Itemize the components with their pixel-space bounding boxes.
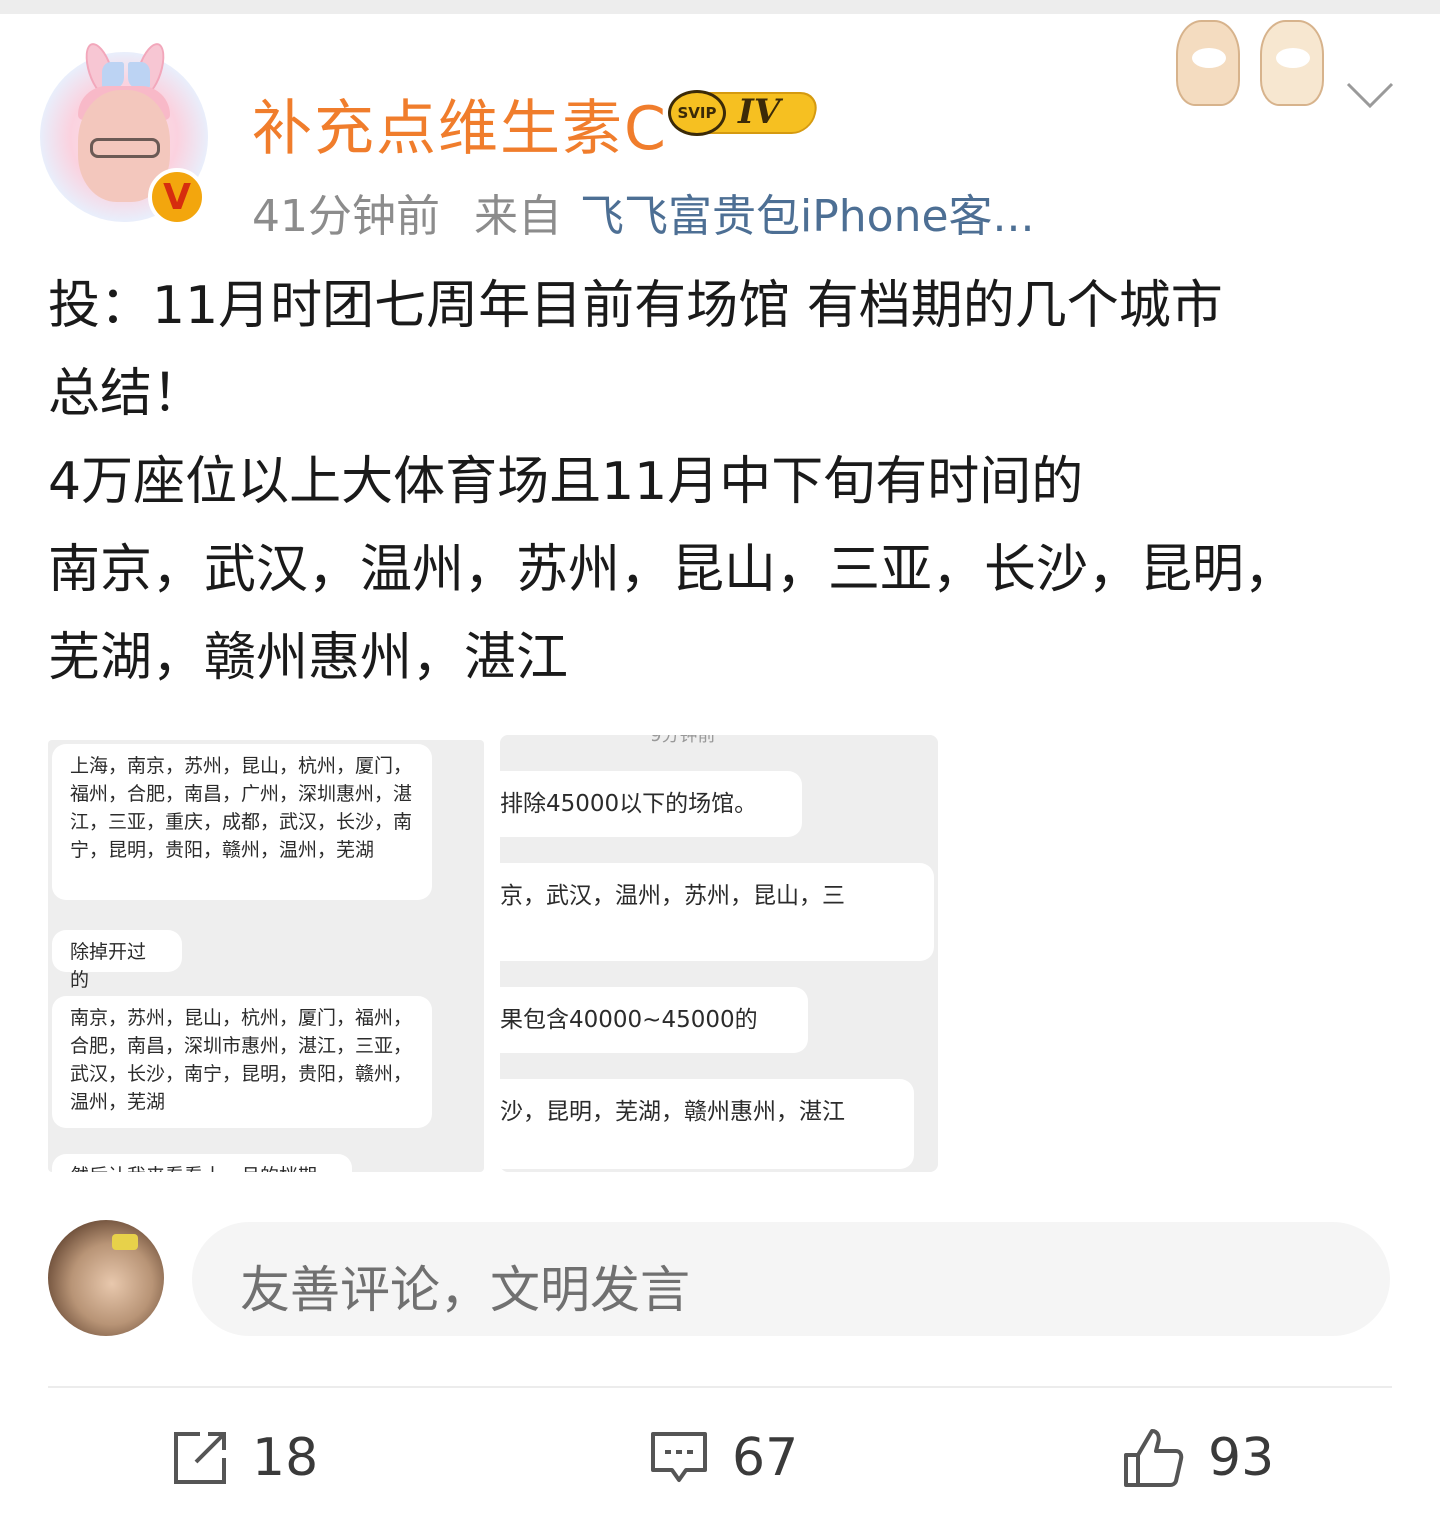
chat-bubble: 除掉开过的: [52, 930, 182, 991]
share-button[interactable]: 18: [170, 1420, 318, 1496]
bear-sticker-icon: [1260, 20, 1324, 106]
source-prefix: 来自: [474, 191, 562, 242]
post-image-right[interactable]: 9分钟前 排除45000以下的场馆。 京，武汉，温州，苏州，昆山，三 果包含40…: [500, 735, 938, 1172]
chat-bubble: 果包含40000~45000的: [500, 987, 808, 1053]
post-line: 投：11月时团七周年目前有场馆 有档期的几个城市: [48, 276, 1223, 336]
like-count: 93: [1208, 1428, 1275, 1488]
chat-bubble: 沙，昆明，芜湖，赣州惠州，湛江: [500, 1079, 914, 1169]
chat-bubble: 然后让我来看看十一月的档期: [52, 1154, 352, 1172]
chat-bubble: 南京，苏州，昆山，杭州，厦门，福州，合肥，南昌，深圳市惠州，湛江，三亚，武汉，长…: [52, 996, 432, 1128]
comment-placeholder: 友善评论，文明发言: [240, 1261, 690, 1319]
post-line: 芜湖，赣州惠州，湛江: [48, 628, 569, 688]
share-count: 18: [252, 1428, 319, 1488]
author-name[interactable]: 补充点维生素C: [252, 80, 668, 167]
svip-logo: SVIP: [668, 90, 726, 136]
chat-timestamp: 9分钟前: [650, 735, 716, 746]
sticker-decoration: [1168, 10, 1338, 110]
thumbs-up-icon: [1120, 1427, 1186, 1489]
post-line: 南京，武汉，温州，苏州，昆山，三亚，长沙，昆明，: [48, 540, 1297, 600]
post-time: 41分钟前: [252, 191, 440, 242]
current-user-avatar[interactable]: [48, 1220, 164, 1336]
comment-input[interactable]: 友善评论，文明发言: [192, 1222, 1390, 1336]
post-image-left[interactable]: 上海，南京，苏州，昆山，杭州，厦门，福州，合肥，南昌，广州，深圳惠州，湛江，三亚…: [48, 740, 484, 1172]
chat-bubble: 上海，南京，苏州，昆山，杭州，厦门，福州，合肥，南昌，广州，深圳惠州，湛江，三亚…: [52, 744, 432, 900]
comment-icon: [648, 1428, 710, 1488]
like-button[interactable]: 93: [1120, 1420, 1274, 1496]
post-line: 4万座位以上大体育场且11月中下旬有时间的: [48, 452, 1084, 512]
chat-bubble: 京，武汉，温州，苏州，昆山，三: [500, 863, 934, 961]
post-line: 总结！: [48, 364, 205, 424]
chevron-down-icon[interactable]: [1344, 70, 1396, 122]
svip-badge[interactable]: IV SVIP: [668, 88, 821, 138]
share-icon: [170, 1428, 230, 1488]
comment-button[interactable]: 67: [648, 1420, 798, 1496]
post-body: 投：11月时团七周年目前有场馆 有档期的几个城市 总结！ 4万座位以上大体育场且…: [48, 262, 1408, 702]
bear-sticker-icon: [1176, 20, 1240, 106]
svip-level: IV: [738, 92, 781, 132]
comment-count: 67: [732, 1428, 799, 1488]
post-meta: 41分钟前 来自 飞飞富贵包iPhone客...: [252, 180, 1034, 244]
chat-bubble: 排除45000以下的场馆。: [500, 771, 802, 837]
verified-badge-icon: V: [148, 168, 206, 226]
source-client-link[interactable]: 飞飞富贵包iPhone客...: [580, 191, 1034, 242]
avatar-glasses: [90, 138, 160, 158]
divider: [48, 1386, 1392, 1388]
